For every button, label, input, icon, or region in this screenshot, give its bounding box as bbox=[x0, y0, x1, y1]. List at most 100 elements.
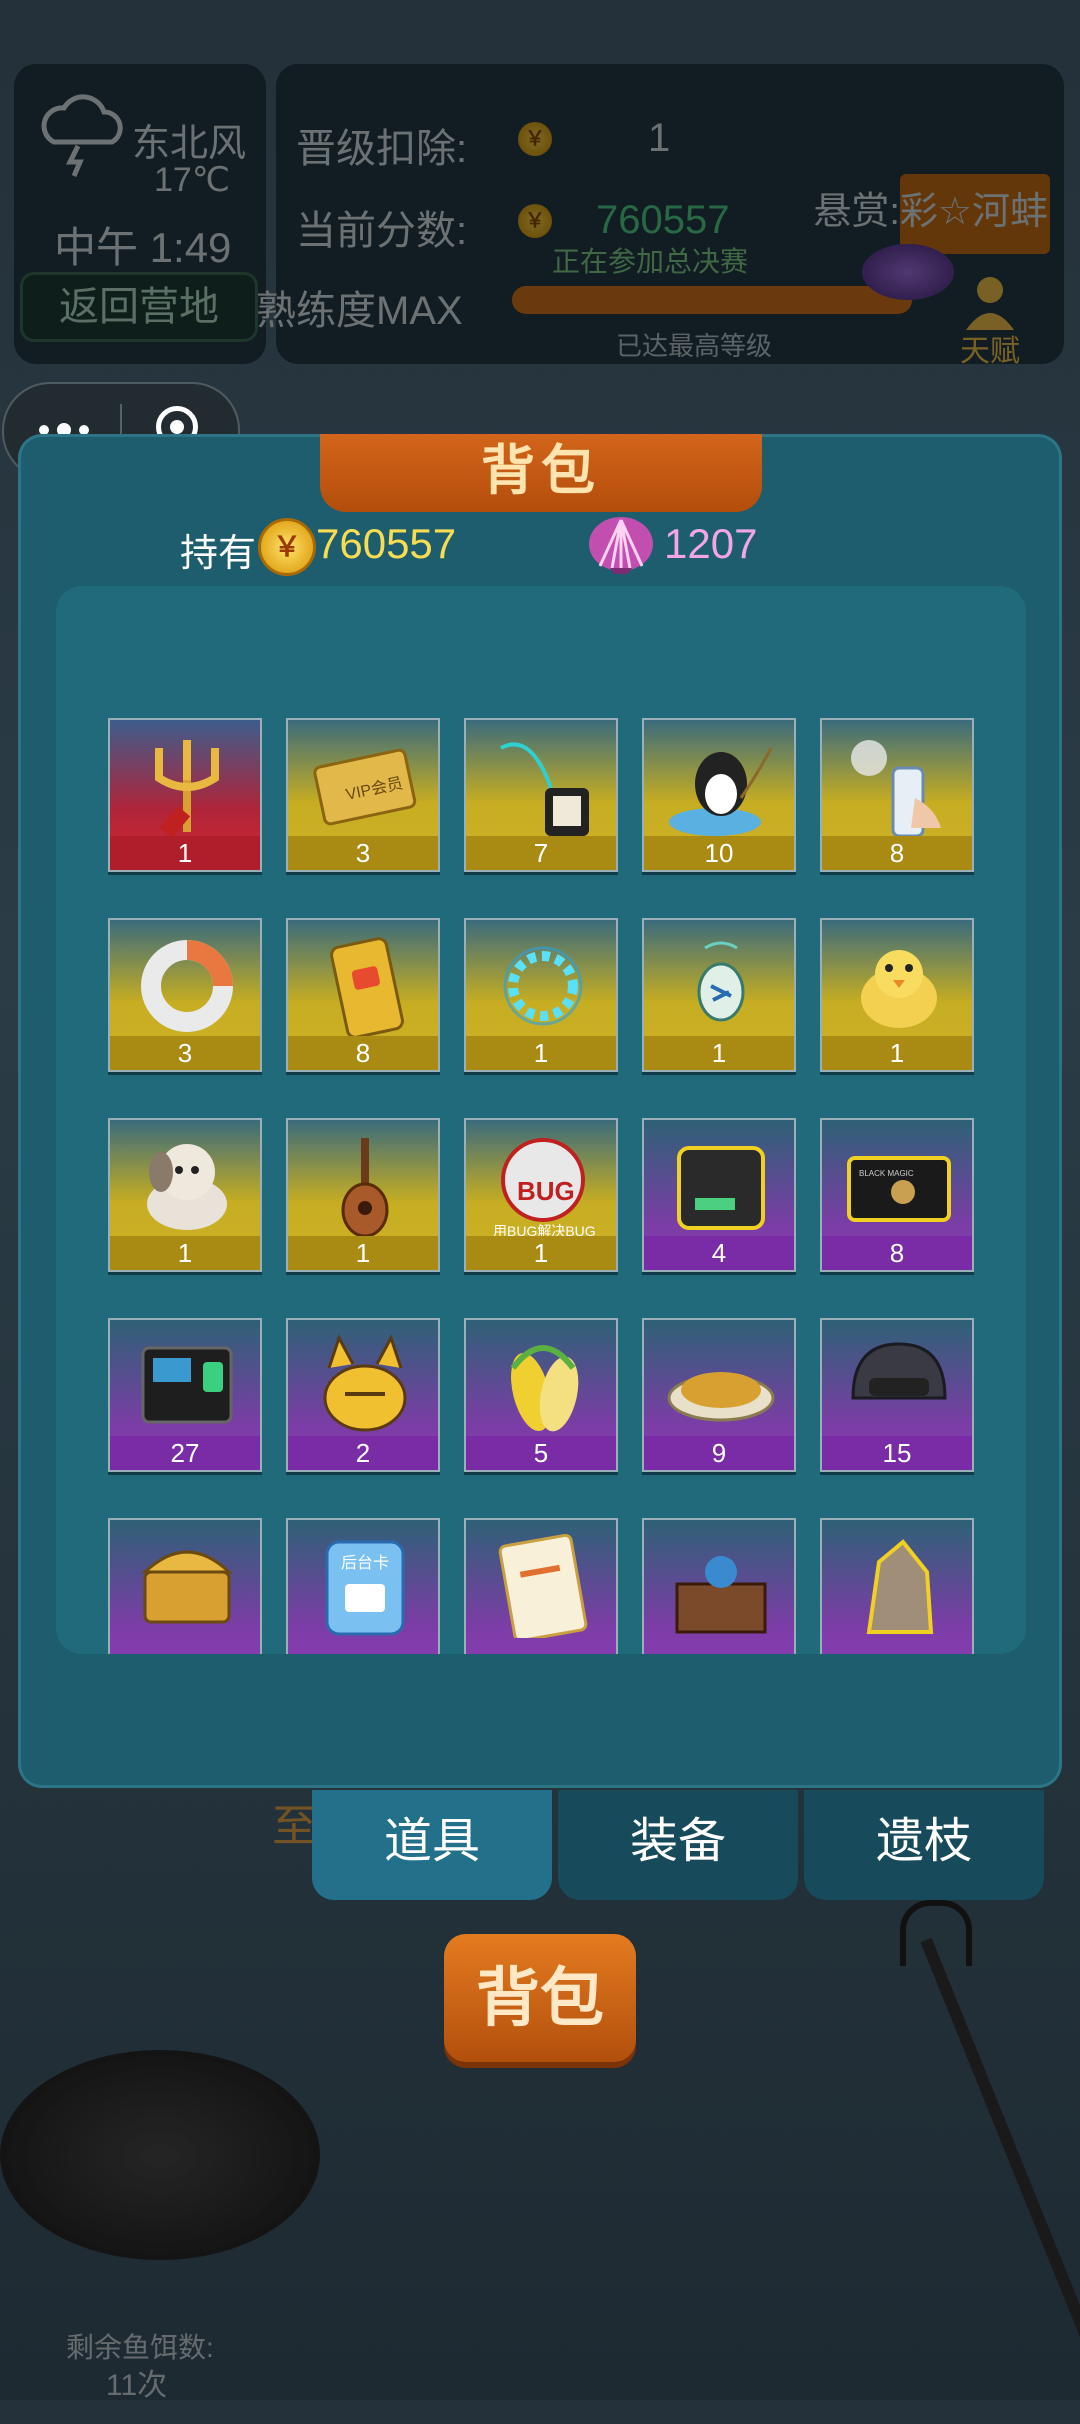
item-slot-rock[interactable] bbox=[820, 1518, 974, 1654]
item-grid-container[interactable]: 1 VIP会员 3 7 10 8 3 8 1 1 1 1 1 BUG 用BUG解决BUG 1 4 BLACK MA… bbox=[56, 586, 1026, 1654]
item-slot-backstage-card[interactable]: 后台卡 bbox=[286, 1518, 440, 1654]
gold-coin-icon: ￥ bbox=[258, 518, 316, 576]
item-count: 8 bbox=[288, 1036, 438, 1070]
cooking-pot bbox=[0, 2050, 320, 2260]
helmet-icon bbox=[851, 1342, 947, 1400]
trident-icon bbox=[155, 740, 219, 838]
item-count: 27 bbox=[110, 1436, 260, 1470]
corn-icon bbox=[510, 1345, 579, 1432]
ukulele-icon bbox=[341, 1138, 389, 1238]
item-slot-crystal-box[interactable] bbox=[642, 1518, 796, 1654]
return-camp-button[interactable]: 返回营地 bbox=[20, 272, 258, 342]
item-slot-trident[interactable]: 1 bbox=[108, 718, 262, 872]
mastery-text: 熟练度MAX bbox=[256, 289, 463, 333]
svg-text:BUG: BUG bbox=[517, 1176, 575, 1206]
item-slot-vip-card[interactable]: VIP会员 3 bbox=[286, 718, 440, 872]
promotion-deduct-value: 1 bbox=[648, 116, 671, 160]
item-slot-spray-can[interactable]: 8 bbox=[820, 718, 974, 872]
backstage-card-icon: 后台卡 bbox=[325, 1540, 405, 1636]
item-slot-pikachu-cat[interactable]: 2 bbox=[286, 1318, 440, 1472]
blue-ring-icon bbox=[503, 946, 583, 1026]
gem-icon bbox=[862, 244, 954, 300]
item-count: 1 bbox=[110, 1236, 260, 1270]
item-slot-video-phone-card[interactable]: 8 bbox=[286, 918, 440, 1072]
item-slot-lanyard-badge[interactable]: 7 bbox=[464, 718, 618, 872]
reward-label: 悬赏:彩☆河蚌 bbox=[813, 191, 1048, 233]
item-slot-helmet[interactable]: 15 bbox=[820, 1318, 974, 1472]
held-label: 持有 bbox=[180, 533, 257, 575]
item-slot-grain-plate[interactable]: 9 bbox=[642, 1318, 796, 1472]
item-slot-pendant[interactable]: 1 bbox=[642, 918, 796, 1072]
black-card-icon: BLACK MAGIC bbox=[847, 1156, 951, 1222]
item-count: 1 bbox=[466, 1036, 616, 1070]
item-slot-attendance-machine[interactable]: 27 bbox=[108, 1318, 262, 1472]
item-slot-black-card[interactable]: BLACK MAGIC 8 bbox=[820, 1118, 974, 1272]
item-count: 8 bbox=[822, 836, 972, 870]
max-level-text: 已达最高等级 bbox=[616, 331, 773, 361]
item-count: 1 bbox=[822, 1036, 972, 1070]
ring-donut-icon bbox=[141, 940, 233, 1032]
lanyard-badge-icon bbox=[500, 742, 589, 836]
talent-label: 天赋 bbox=[960, 335, 1020, 368]
time-text: 中午 1:49 bbox=[54, 224, 232, 271]
item-slot-ukulele[interactable]: 1 bbox=[286, 1118, 440, 1272]
shell-icon bbox=[589, 517, 653, 574]
tab-props[interactable]: 道具 bbox=[312, 1790, 552, 1900]
item-count: 8 bbox=[822, 1236, 972, 1270]
coin-icon: ￥ bbox=[518, 122, 552, 156]
yellow-duck-icon bbox=[861, 950, 937, 1028]
panel-title: 背包 bbox=[320, 434, 762, 512]
tab-relics[interactable]: 遗枝 bbox=[804, 1790, 1044, 1900]
background-caption: 至 bbox=[272, 1802, 316, 1851]
item-slot-bug-badge[interactable]: BUG 用BUG解决BUG 1 bbox=[464, 1118, 618, 1272]
promotion-deduct-label: 晋级扣除: bbox=[296, 127, 468, 171]
tab-equipment[interactable]: 装备 bbox=[558, 1790, 798, 1900]
item-count: 1 bbox=[110, 836, 260, 870]
puppy-icon bbox=[147, 1144, 227, 1230]
pikachu-cat-icon bbox=[323, 1334, 407, 1432]
item-slot-blue-ring[interactable]: 1 bbox=[464, 918, 618, 1072]
svg-text:后台卡: 后台卡 bbox=[341, 1554, 389, 1572]
item-slot-yellow-duck[interactable]: 1 bbox=[820, 918, 974, 1072]
fishing-rod bbox=[920, 1937, 1080, 2424]
coin-icon: ￥ bbox=[518, 204, 552, 238]
video-phone-card-icon bbox=[330, 937, 404, 1038]
item-count: 3 bbox=[110, 1036, 260, 1070]
item-slot-puppy[interactable]: 1 bbox=[108, 1118, 262, 1272]
item-count: 5 bbox=[466, 1436, 616, 1470]
treasure-chest-icon bbox=[141, 1550, 233, 1624]
score-value: 760557 bbox=[596, 198, 730, 242]
level-progress-bar bbox=[512, 286, 912, 314]
spray-can-icon bbox=[851, 740, 941, 838]
coin-balance: 760557 bbox=[316, 520, 457, 567]
item-slot-ring-donut[interactable]: 3 bbox=[108, 918, 262, 1072]
svg-text:BLACK MAGIC: BLACK MAGIC bbox=[859, 1169, 914, 1178]
bag-button[interactable]: 背包 bbox=[444, 1934, 636, 2062]
item-count: 1 bbox=[466, 1236, 616, 1270]
item-count: 15 bbox=[822, 1436, 972, 1470]
item-slot-treasure-chest[interactable] bbox=[108, 1518, 262, 1654]
item-slot-corn[interactable]: 5 bbox=[464, 1318, 618, 1472]
item-count: 7 bbox=[466, 836, 616, 870]
thief-icon[interactable] bbox=[960, 272, 1020, 332]
attendance-machine-icon bbox=[141, 1346, 233, 1424]
score-label: 当前分数: bbox=[296, 209, 468, 253]
storm-cloud-icon bbox=[41, 94, 123, 177]
clipboard-list-icon bbox=[498, 1533, 588, 1638]
item-slot-router-device[interactable]: 4 bbox=[642, 1118, 796, 1272]
item-slot-clipboard-list[interactable] bbox=[464, 1518, 618, 1654]
finals-status: 正在参加总决赛 bbox=[552, 246, 749, 277]
weather-panel: 东北风 17℃ 中午 1:49 返回营地 bbox=[14, 64, 266, 364]
item-count: 9 bbox=[644, 1436, 794, 1470]
item-count: 1 bbox=[644, 1036, 794, 1070]
vip-card-icon: VIP会员 bbox=[313, 748, 417, 826]
wind-text: 东北风 bbox=[131, 123, 246, 165]
item-slot-penguin-fishing[interactable]: 10 bbox=[642, 718, 796, 872]
rock-icon bbox=[866, 1539, 934, 1634]
penguin-fishing-icon bbox=[669, 747, 773, 836]
item-grid: 1 VIP会员 3 7 10 8 3 8 1 1 1 1 1 BUG 用BUG解决BUG 1 4 BLACK MA… bbox=[108, 718, 978, 1654]
grain-plate-icon bbox=[667, 1372, 775, 1422]
item-count: 10 bbox=[644, 836, 794, 870]
router-device-icon bbox=[677, 1146, 765, 1230]
item-count: 1 bbox=[288, 1236, 438, 1270]
